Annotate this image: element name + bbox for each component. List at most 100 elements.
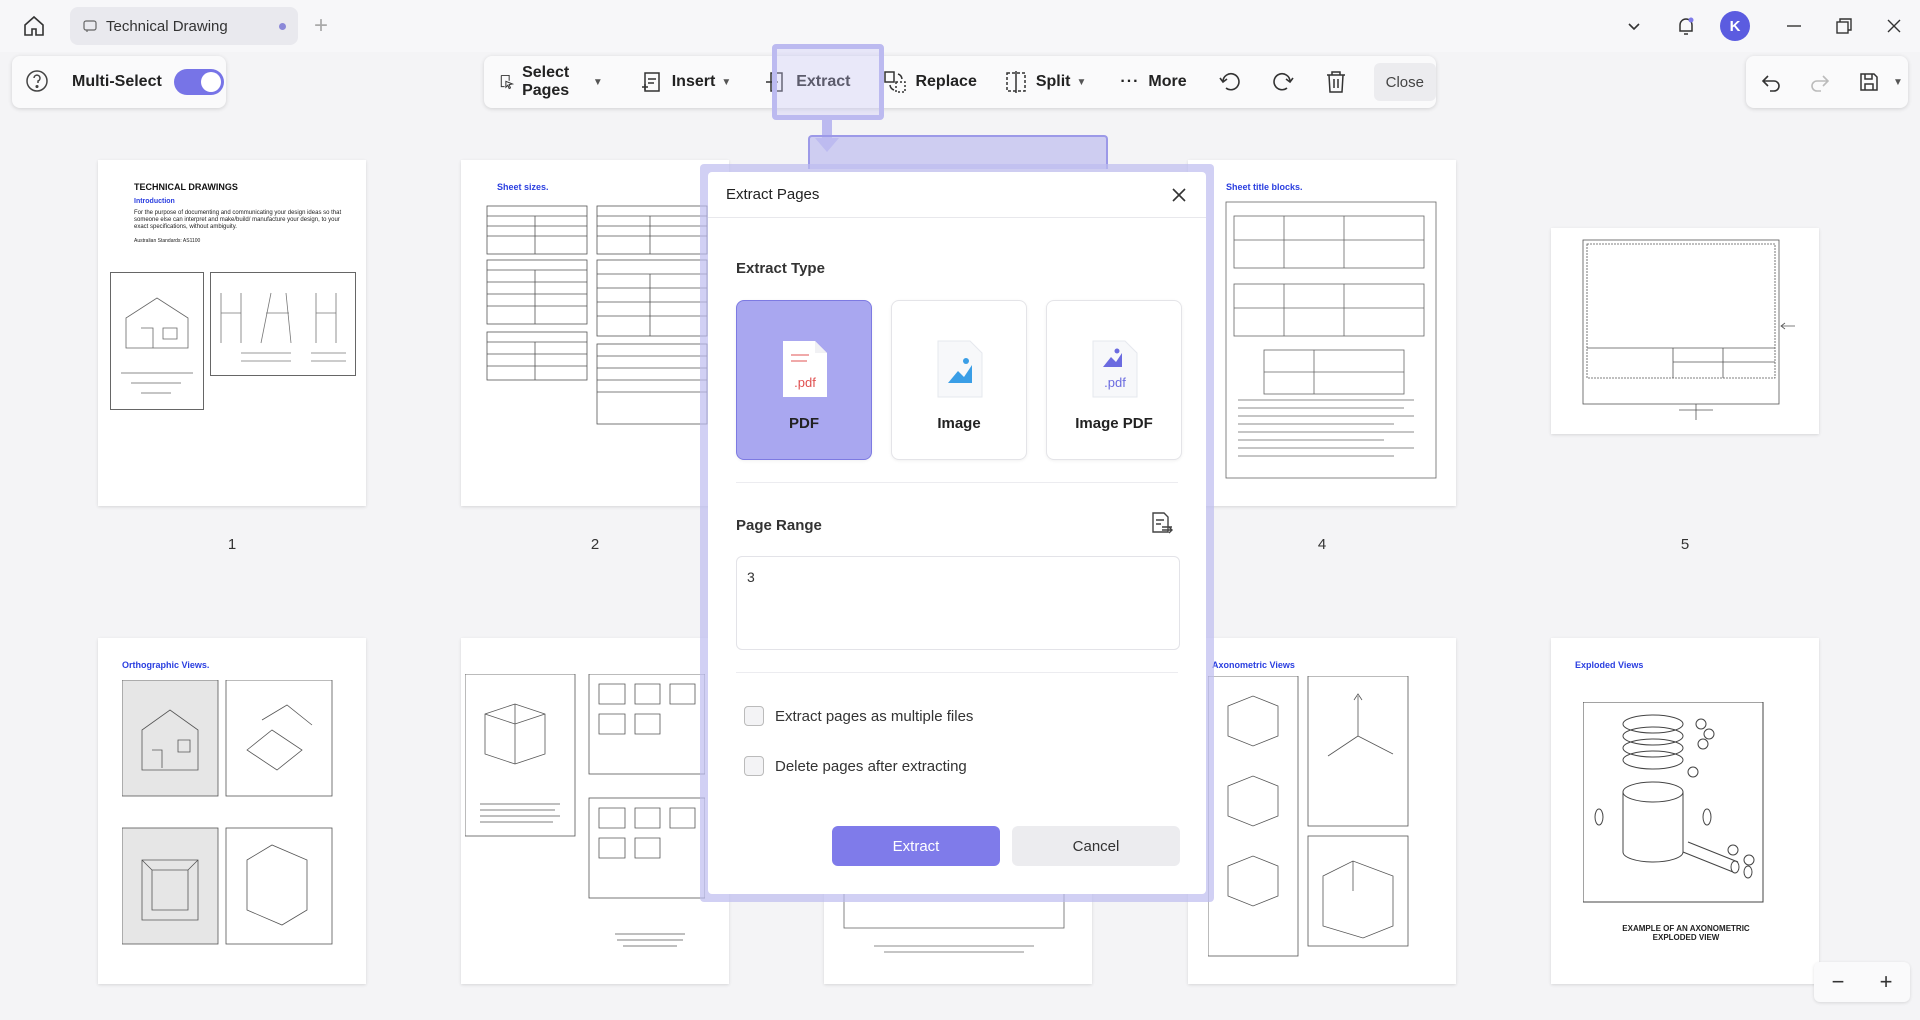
help-icon[interactable] [24, 68, 52, 96]
undo-button[interactable] [1750, 62, 1799, 102]
redo-icon [1811, 75, 1830, 92]
delete-after-checkbox[interactable] [744, 756, 764, 776]
type-option-image-label: Image [937, 415, 981, 432]
delete-button[interactable] [1313, 62, 1366, 102]
page-number-4: 4 [1317, 536, 1327, 553]
split-button[interactable]: Split ▼ [993, 62, 1097, 102]
undo-redo-group: ▼ [1746, 56, 1908, 108]
more-dots-icon: ··· [1120, 73, 1140, 90]
save-button[interactable]: ▼ [1848, 62, 1913, 102]
page-4-title-blocks [1225, 201, 1437, 479]
page-range-picker-icon[interactable] [1148, 510, 1174, 536]
page-6-orthographic-drawings [122, 680, 333, 945]
redo-button[interactable] [1799, 62, 1848, 102]
zoom-in-icon[interactable]: + [1880, 969, 1893, 995]
page-7-views-drawings [465, 674, 705, 947]
page-thumbnail-2[interactable]: Sheet sizes. [461, 160, 729, 506]
new-tab-button[interactable]: + [314, 12, 328, 40]
option-delete-after[interactable]: Delete pages after extracting [744, 756, 967, 776]
page-10-caption: EXAMPLE OF AN AXONOMETRIC EXPLODED VIEW [1622, 924, 1750, 942]
page-5-drawing-sheet [1582, 239, 1795, 420]
svg-text:.pdf: .pdf [794, 375, 816, 390]
option-multiple-files[interactable]: Extract pages as multiple files [744, 706, 973, 726]
replace-icon [884, 71, 907, 93]
page-thumbnail-10[interactable]: Exploded Views EXAMPLE OF AN AXONOMETRIC… [1551, 638, 1819, 984]
rotate-right-button[interactable] [1260, 62, 1313, 102]
page-thumbnail-5[interactable] [1551, 228, 1819, 434]
page-10-title: Exploded Views [1575, 660, 1644, 670]
more-button[interactable]: ··· More [1110, 62, 1196, 102]
notification-bell-icon[interactable] [1670, 10, 1702, 42]
type-option-image-pdf-label: Image PDF [1075, 415, 1153, 432]
type-option-image[interactable]: Image [891, 300, 1027, 460]
page-10-exploded-piston-drawing [1583, 702, 1764, 903]
zoom-controls: − + [1814, 962, 1910, 1002]
rotate-left-icon [1219, 72, 1240, 91]
page-1-drawing-house [110, 272, 204, 410]
page-thumbnail-1[interactable]: TECHNICAL DRAWINGS Introduction For the … [98, 160, 366, 506]
select-pages-button[interactable]: Select Pages ▼ [488, 62, 613, 102]
save-icon [1860, 73, 1878, 91]
rotate-left-button[interactable] [1207, 62, 1260, 102]
chevron-down-icon: ▼ [1893, 76, 1903, 88]
type-option-pdf-label: PDF [789, 415, 819, 432]
chevron-down-icon: ▼ [592, 76, 603, 88]
page-9-title: Axonometric Views [1212, 660, 1295, 670]
close-window-icon[interactable] [1878, 10, 1910, 42]
extract-type-label: Extract Type [736, 260, 825, 277]
extract-confirm-button[interactable]: Extract [832, 826, 1000, 866]
chevron-down-icon[interactable] [1618, 10, 1650, 42]
zoom-out-icon[interactable]: − [1832, 969, 1845, 995]
page-1-drawing-chairs [210, 272, 356, 376]
extract-icon [766, 72, 783, 92]
restore-icon[interactable] [1828, 10, 1860, 42]
replace-label: Replace [915, 73, 977, 90]
document-tab-icon [83, 20, 97, 32]
page-6-title: Orthographic Views. [122, 660, 210, 670]
svg-text:.pdf: .pdf [1104, 375, 1126, 390]
page-number-2: 2 [590, 536, 600, 553]
page-4-title: Sheet title blocks. [1226, 182, 1303, 192]
close-icon[interactable] [1168, 184, 1190, 206]
replace-button[interactable]: Replace [872, 62, 986, 102]
type-option-pdf[interactable]: .pdf PDF [736, 300, 872, 460]
document-tab[interactable]: Technical Drawing [70, 7, 298, 45]
multiple-files-label: Extract pages as multiple files [775, 707, 974, 725]
split-icon [1006, 71, 1026, 93]
more-label: More [1148, 73, 1187, 90]
chevron-down-icon: ▼ [721, 76, 732, 88]
chevron-down-icon: ▼ [1076, 76, 1087, 88]
type-option-image-pdf[interactable]: .pdf Image PDF [1046, 300, 1182, 460]
page-thumbnail-4[interactable]: Sheet title blocks. [1188, 160, 1456, 506]
page-1-subtitle: Introduction [134, 198, 175, 205]
multi-select-label: Multi-Select [72, 73, 162, 90]
cancel-button[interactable]: Cancel [1012, 826, 1180, 866]
page-1-body: For the purpose of documenting and commu… [134, 210, 342, 230]
page-thumbnail-7[interactable] [461, 638, 729, 984]
close-button[interactable]: Close [1373, 63, 1436, 101]
insert-button[interactable]: Insert ▼ [629, 62, 741, 102]
multi-select-toggle[interactable] [173, 69, 224, 95]
page-thumbnail-9[interactable]: Axonometric Views [1188, 638, 1456, 984]
select-pages-icon [500, 74, 515, 90]
trash-icon [1326, 71, 1345, 93]
divider [736, 482, 1178, 483]
multiple-files-checkbox[interactable] [744, 706, 764, 726]
avatar[interactable]: K [1720, 11, 1750, 41]
page-2-title: Sheet sizes. [497, 182, 549, 192]
insert-label: Insert [671, 73, 716, 90]
page-9-axonometric-drawings [1208, 676, 1409, 957]
extract-button[interactable]: Extract [753, 62, 860, 102]
home-icon[interactable] [18, 10, 50, 42]
dialog-title: Extract Pages [726, 186, 820, 203]
split-label: Split [1035, 73, 1071, 90]
page-number-1: 1 [227, 536, 237, 553]
page-range-label: Page Range [736, 517, 822, 534]
unsaved-dot [279, 23, 286, 30]
minimize-icon[interactable] [1778, 10, 1810, 42]
extract-pages-dialog: Extract Pages Extract Type .pdf PDF Imag… [708, 172, 1206, 894]
page-thumbnail-6[interactable]: Orthographic Views. [98, 638, 366, 984]
page-1-title: TECHNICAL DRAWINGS [134, 182, 238, 192]
divider [736, 672, 1178, 673]
page-range-input[interactable]: 3 [736, 556, 1180, 650]
